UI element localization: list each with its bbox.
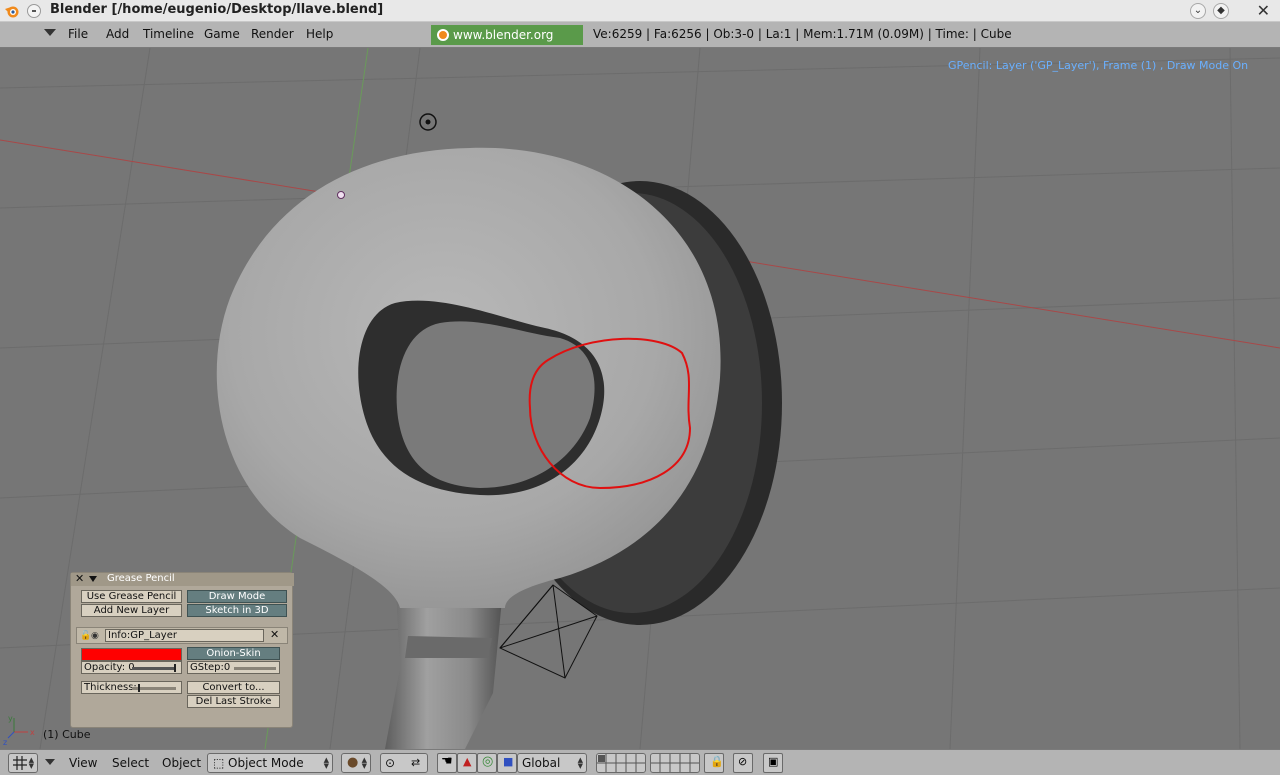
layers-grid-icon bbox=[597, 754, 645, 772]
grease-pencil-status: GPencil: Layer ('GP_Layer'), Frame (1) ,… bbox=[948, 59, 1249, 72]
add-new-layer-button[interactable]: Add New Layer bbox=[81, 604, 182, 617]
blender-logo-icon bbox=[5, 6, 19, 18]
window-title: Blender [/home/eugenio/Desktop/llave.ble… bbox=[50, 2, 384, 17]
lamp-object[interactable] bbox=[337, 191, 345, 199]
visibility-icon[interactable]: ◉ bbox=[91, 631, 99, 641]
opacity-label: Opacity: 0 bbox=[84, 662, 135, 673]
svg-text:z: z bbox=[3, 738, 7, 747]
hand-icon: ☚ bbox=[441, 754, 453, 769]
use-grease-pencil-button[interactable]: Use Grease Pencil bbox=[81, 590, 182, 603]
layer-buttons-left[interactable] bbox=[596, 753, 646, 773]
manipulator-toggle[interactable]: ☚ bbox=[437, 753, 457, 773]
menu-view[interactable]: View bbox=[69, 756, 97, 770]
3d-view-header: ▲ ▼ View Select Object ⬚ Object Mode ▲ ▼ ●… bbox=[0, 749, 1280, 775]
menu-object[interactable]: Object bbox=[162, 756, 201, 770]
updown-icon: ▲ ▼ bbox=[361, 756, 367, 770]
axis-gizmo-icon: x y z bbox=[3, 714, 35, 747]
delete-layer-icon[interactable]: ✕ bbox=[270, 628, 279, 641]
triangle-icon: ▲ bbox=[463, 755, 472, 768]
image-icon: ▣ bbox=[768, 755, 779, 768]
lock-icon[interactable]: 🔓 bbox=[80, 631, 91, 641]
3d-cursor-icon[interactable] bbox=[419, 113, 437, 131]
panel-close-icon[interactable]: ✕ bbox=[75, 572, 84, 585]
close-icon[interactable]: ✕ bbox=[1257, 1, 1270, 20]
svg-text:x: x bbox=[30, 728, 35, 737]
render-preview-button[interactable]: ▣ bbox=[763, 753, 783, 773]
layer-name-field[interactable]: Info:GP_Layer bbox=[105, 629, 264, 642]
panel-collapse-icon[interactable] bbox=[89, 576, 97, 582]
panel-title: Grease Pencil bbox=[107, 573, 175, 584]
menu-render[interactable]: Render bbox=[251, 27, 294, 41]
object-mode-icon: ⬚ bbox=[213, 756, 225, 770]
title-bar: Blender [/home/eugenio/Desktop/llave.ble… bbox=[0, 0, 1280, 22]
pivot-icon: ⊙ bbox=[385, 756, 396, 770]
menu-timeline[interactable]: Timeline bbox=[143, 27, 194, 41]
menu-select[interactable]: Select bbox=[112, 756, 149, 770]
scale-square-icon: ■ bbox=[503, 755, 514, 768]
layers-grid-icon bbox=[651, 754, 699, 772]
grid-icon bbox=[13, 756, 27, 770]
mode-label: Object Mode bbox=[228, 756, 304, 770]
convert-to-button[interactable]: Convert to... bbox=[187, 681, 280, 694]
updown-icon: ▲ ▼ bbox=[323, 756, 329, 770]
menu-add[interactable]: Add bbox=[106, 27, 129, 41]
mode-selector[interactable]: ⬚ Object Mode ▲ ▼ bbox=[207, 753, 333, 773]
snap-icon: ⊘ bbox=[738, 755, 748, 768]
layer-buttons-right[interactable] bbox=[650, 753, 700, 773]
blender-version-badge: www.blender.org 249.2 bbox=[431, 25, 583, 62]
menu-help[interactable]: Help bbox=[306, 27, 333, 41]
thickness-slider[interactable]: Thickness: bbox=[81, 681, 182, 694]
gstep-label: GStep:0 bbox=[190, 662, 231, 673]
menu-game[interactable]: Game bbox=[204, 27, 240, 41]
menu-file[interactable]: File bbox=[68, 27, 88, 41]
window-menu-icon[interactable] bbox=[27, 4, 41, 18]
header-collapse-icon[interactable] bbox=[44, 29, 56, 36]
gstep-slider[interactable]: GStep:0 bbox=[187, 661, 280, 674]
active-object-label: (1) Cube bbox=[43, 728, 91, 741]
scene-stats: Ve:6259 | Fa:6256 | Ob:3-0 | La:1 | Mem:… bbox=[593, 27, 1012, 41]
scale-manipulator[interactable]: ■ bbox=[497, 753, 517, 773]
header-collapse-icon[interactable] bbox=[45, 759, 55, 765]
pivot-point-button[interactable]: ⊙ ⇄ bbox=[380, 753, 428, 773]
translate-manipulator[interactable]: ▲ bbox=[457, 753, 477, 773]
del-last-stroke-button[interactable]: Del Last Stroke bbox=[187, 695, 280, 708]
svg-text:y: y bbox=[8, 714, 13, 723]
blender-logo-icon bbox=[437, 29, 449, 41]
lock-icon: 🔒 bbox=[710, 755, 724, 768]
stroke-color-swatch[interactable] bbox=[81, 648, 182, 661]
draw-type-button[interactable]: ● ▲ ▼ bbox=[341, 753, 371, 773]
info-header: File Add Timeline Game Render Help www.b… bbox=[0, 22, 1280, 62]
orientation-label: Global bbox=[522, 756, 561, 770]
sketch-in-3d-toggle[interactable]: Sketch in 3D bbox=[187, 604, 287, 617]
onion-skin-toggle[interactable]: Onion-Skin bbox=[187, 647, 280, 660]
maximize-icon[interactable]: ◆ bbox=[1213, 3, 1229, 19]
shaded-sphere-icon: ● bbox=[347, 755, 359, 770]
orientation-selector[interactable]: Global ▲ ▼ bbox=[517, 753, 587, 773]
lock-layers-button[interactable]: 🔒 bbox=[704, 753, 724, 773]
rotate-manipulator[interactable]: ◎ bbox=[477, 753, 497, 773]
updown-icon: ▲ ▼ bbox=[28, 756, 34, 770]
snap-button[interactable]: ⊘ bbox=[733, 753, 753, 773]
minimize-icon[interactable]: ⌄ bbox=[1190, 3, 1206, 19]
thickness-label: Thickness: bbox=[84, 682, 137, 693]
editor-type-button[interactable]: ▲ ▼ bbox=[8, 753, 38, 773]
draw-mode-toggle[interactable]: Draw Mode bbox=[187, 590, 287, 603]
panel-header: ✕ Grease Pencil bbox=[71, 572, 294, 586]
move-handle-icon: ⇄ bbox=[411, 756, 421, 769]
opacity-slider[interactable]: Opacity: 0 bbox=[81, 661, 182, 674]
updown-icon: ▲ ▼ bbox=[577, 756, 583, 770]
blender-window: Blender [/home/eugenio/Desktop/llave.ble… bbox=[0, 0, 1280, 775]
rotate-circle-icon: ◎ bbox=[482, 754, 494, 769]
